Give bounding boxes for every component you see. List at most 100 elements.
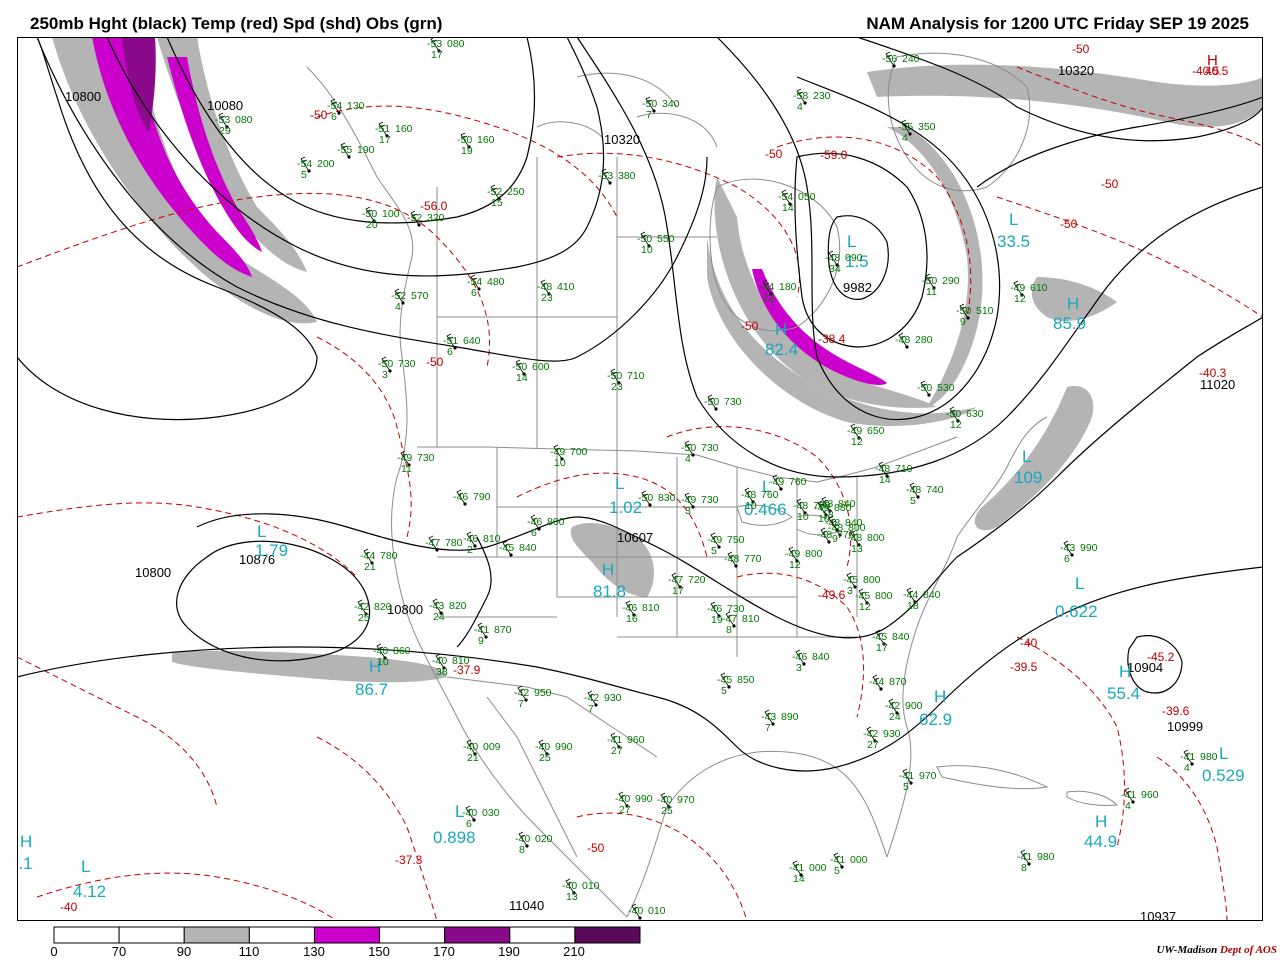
obs-height: 080: [235, 114, 253, 126]
obs-dewpoint: 3: [796, 662, 802, 674]
obs-dewpoint: 14: [782, 202, 794, 214]
obs-dewpoint: 8: [1021, 862, 1027, 874]
temp-label: -59.0: [820, 148, 848, 162]
obs-height: 760: [789, 476, 807, 488]
obs-temp: -48: [817, 529, 832, 541]
obs-height: 890: [781, 711, 799, 723]
obs-dewpoint: 24: [889, 711, 901, 723]
temp-label: -40: [60, 900, 78, 914]
obs-height: 230: [813, 90, 831, 102]
obs-height: 570: [411, 290, 429, 302]
obs-dewpoint: 14: [516, 372, 528, 384]
obs-dewpoint: 5: [834, 865, 840, 877]
obs-height: 830: [658, 492, 676, 504]
center-letter: L: [1219, 744, 1228, 763]
obs-height: 320: [427, 212, 445, 224]
obs-height: 710: [627, 370, 645, 382]
center-letter: H: [1119, 662, 1131, 681]
obs-dewpoint: 6: [531, 527, 537, 539]
obs-height: 750: [727, 534, 745, 546]
obs-dewpoint: 21: [364, 561, 376, 573]
obs-dewpoint: 23: [611, 381, 623, 393]
obs-height: 200: [317, 158, 335, 170]
obs-height: 410: [557, 281, 575, 293]
obs-dewpoint: 4: [395, 301, 401, 313]
obs-height: 010: [582, 880, 600, 892]
obs-height: 970: [919, 770, 937, 782]
center-value: 55.4: [1107, 684, 1140, 703]
center-letter: H: [20, 832, 32, 851]
temp-label: -38.4: [818, 332, 846, 346]
contour-label: 10800: [135, 565, 171, 580]
colorbar-label: 90: [176, 944, 192, 959]
obs-height: 730: [701, 442, 719, 454]
obs-height: 630: [966, 408, 984, 420]
contour-label: 10080: [207, 98, 243, 113]
contour-label: 9982: [843, 280, 872, 295]
obs-height: 990: [635, 793, 653, 805]
obs-height: 800: [867, 532, 885, 544]
obs-height: 840: [519, 542, 537, 554]
obs-height: 840: [892, 631, 910, 643]
center-letter: H: [1067, 294, 1079, 313]
obs-dewpoint: 4: [1125, 800, 1131, 812]
contour-label: 10320: [1058, 63, 1094, 78]
colorbar-segment: [574, 926, 641, 944]
obs-height: 810: [452, 655, 470, 667]
center-value: 33.5: [997, 232, 1030, 251]
temp-label: -50: [765, 147, 783, 161]
center-value: 0.529: [1202, 766, 1245, 785]
center-value: 85.9: [1053, 314, 1086, 333]
obs-dewpoint: 12: [859, 601, 871, 613]
center-value: 62.9: [919, 710, 952, 729]
colorbar-label: 0: [50, 944, 58, 959]
obs-dewpoint: 25: [661, 805, 673, 817]
center-value: 40.5: [1205, 64, 1229, 78]
center-value: 1.79: [255, 541, 288, 560]
obs-dewpoint: 7: [765, 722, 771, 734]
colorbar-label: 170: [433, 944, 455, 959]
temp-label: -50: [587, 841, 605, 855]
obs-dewpoint: 10: [797, 511, 809, 523]
obs-dewpoint: 6: [471, 287, 477, 299]
contour-label: 11040: [509, 898, 544, 913]
obs-height: 810: [642, 602, 660, 614]
obs-height: 710: [895, 463, 913, 475]
center-letter: L: [1022, 447, 1031, 466]
obs-height: 160: [395, 123, 413, 135]
obs-height: 610: [1030, 282, 1048, 294]
obs-dewpoint: 19: [711, 614, 723, 626]
obs-dewpoint: 12: [763, 292, 775, 304]
obs-height: 990: [555, 741, 573, 753]
colorbar-segment: [509, 926, 576, 944]
obs-height: 600: [532, 361, 550, 373]
colorbar-segment: [248, 926, 315, 944]
obs-height: 730: [417, 452, 435, 464]
obs-dewpoint: 4: [902, 132, 908, 144]
obs-temp: -50: [638, 492, 653, 504]
obs-dewpoint: 25: [358, 612, 370, 624]
obs-height: 640: [463, 335, 481, 347]
obs-dewpoint: 27: [867, 739, 879, 751]
center-letter: L: [847, 232, 856, 251]
obs-dewpoint: 10: [377, 656, 389, 668]
obs-dewpoint: 12: [1014, 293, 1026, 305]
center-value: 4.12: [73, 882, 106, 901]
obs-temp: -56: [882, 53, 897, 65]
obs-dewpoint: 24: [433, 611, 445, 623]
center-value: 82.4: [765, 340, 798, 359]
obs-height: 770: [744, 553, 762, 565]
speed-colorbar: [53, 926, 641, 944]
obs-height: 510: [976, 305, 994, 317]
obs-height: 900: [905, 700, 923, 712]
obs-height: 870: [889, 676, 907, 688]
colorbar-label: 150: [368, 944, 390, 959]
obs-height: 720: [688, 574, 706, 586]
obs-dewpoint: 15: [491, 197, 503, 209]
obs-temp: -49: [769, 476, 784, 488]
temp-label: -49.6: [818, 588, 846, 602]
obs-height: 380: [618, 170, 636, 182]
obs-temp: -45: [499, 542, 514, 554]
obs-height: 990: [1080, 542, 1098, 554]
obs-height: 250: [507, 186, 525, 198]
